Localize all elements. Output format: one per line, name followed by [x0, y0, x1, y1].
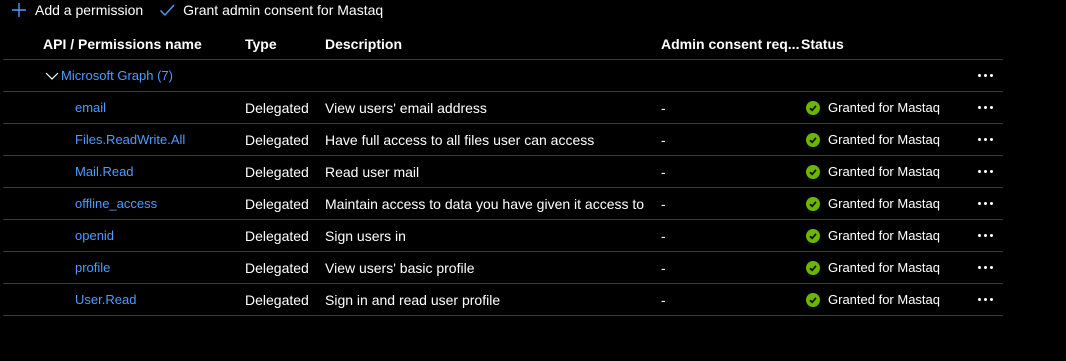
status-text: Granted for Mastaq — [828, 100, 940, 115]
check-circle-icon — [806, 196, 820, 211]
permission-type: Delegated — [245, 259, 309, 276]
check-circle-icon — [806, 100, 820, 115]
table-row: email Delegated View users' email addres… — [3, 92, 1003, 124]
admin-consent-required: - — [661, 291, 666, 308]
status-cell: Granted for Mastaq — [801, 220, 940, 251]
status-cell: Granted for Mastaq — [801, 124, 940, 155]
status-cell: Granted for Mastaq — [801, 156, 940, 187]
table-row: Mail.Read Delegated Read user mail - Gra… — [3, 156, 1003, 188]
permission-name-link[interactable]: offline_access — [75, 196, 157, 211]
permission-name-link[interactable]: openid — [75, 228, 114, 243]
check-circle-icon — [806, 164, 820, 179]
row-more-button[interactable] — [975, 188, 995, 219]
permission-type: Delegated — [245, 291, 309, 308]
permission-name-link[interactable]: User.Read — [75, 292, 136, 307]
group-row-microsoft-graph: Microsoft Graph (7) — [3, 60, 1003, 92]
admin-consent-required: - — [661, 227, 666, 244]
more-icon — [977, 74, 993, 77]
status-text: Granted for Mastaq — [828, 164, 940, 179]
chevron-down-icon — [45, 69, 59, 83]
row-more-button[interactable] — [975, 156, 995, 187]
permission-type: Delegated — [245, 227, 309, 244]
check-circle-icon — [806, 132, 820, 147]
column-header-admin-consent[interactable]: Admin consent req... — [661, 29, 799, 59]
permission-description: Read user mail — [325, 163, 420, 180]
permission-name-link[interactable]: Files.ReadWrite.All — [75, 132, 185, 147]
row-more-button[interactable] — [975, 284, 995, 315]
permission-description: Sign in and read user profile — [325, 291, 501, 308]
status-text: Granted for Mastaq — [828, 292, 940, 307]
more-icon — [977, 170, 993, 173]
admin-consent-required: - — [661, 163, 666, 180]
permission-description: View users' basic profile — [325, 259, 475, 276]
status-cell: Granted for Mastaq — [801, 188, 940, 219]
permission-description: Sign users in — [325, 227, 406, 244]
admin-consent-required: - — [661, 131, 666, 148]
permission-name-link[interactable]: email — [75, 100, 106, 115]
admin-consent-required: - — [661, 99, 666, 116]
grant-admin-consent-button[interactable]: Grant admin consent for Mastaq — [158, 1, 383, 19]
check-circle-icon — [806, 292, 820, 307]
more-icon — [977, 138, 993, 141]
permission-description: View users' email address — [325, 99, 487, 116]
table-row: User.Read Delegated Sign in and read use… — [3, 284, 1003, 316]
table-row: Files.ReadWrite.All Delegated Have full … — [3, 124, 1003, 156]
row-more-button[interactable] — [975, 124, 995, 155]
admin-consent-required: - — [661, 259, 666, 276]
group-toggle[interactable]: Microsoft Graph (7) — [45, 60, 173, 91]
more-icon — [977, 202, 993, 205]
permission-type: Delegated — [245, 195, 309, 212]
plus-icon — [10, 1, 28, 19]
permissions-table: API / Permissions name Type Description … — [3, 29, 1003, 316]
permission-name-link[interactable]: profile — [75, 260, 110, 275]
group-label[interactable]: Microsoft Graph (7) — [61, 68, 173, 83]
status-text: Granted for Mastaq — [828, 132, 940, 147]
add-permission-button[interactable]: Add a permission — [10, 1, 143, 19]
row-more-button[interactable] — [975, 220, 995, 251]
table-row: offline_access Delegated Maintain access… — [3, 188, 1003, 220]
permission-type: Delegated — [245, 99, 309, 116]
check-circle-icon — [806, 228, 820, 243]
permission-description: Maintain access to data you have given i… — [325, 195, 645, 212]
check-circle-icon — [806, 260, 820, 275]
table-row: openid Delegated Sign users in - Granted… — [3, 220, 1003, 252]
status-text: Granted for Mastaq — [828, 196, 940, 211]
command-bar: Add a permission Grant admin consent for… — [0, 0, 383, 20]
permission-type: Delegated — [245, 163, 309, 180]
more-icon — [977, 234, 993, 237]
column-header-description[interactable]: Description — [325, 29, 402, 59]
grant-admin-consent-label: Grant admin consent for Mastaq — [183, 2, 384, 18]
add-permission-label: Add a permission — [35, 2, 144, 18]
permission-name-link[interactable]: Mail.Read — [75, 164, 134, 179]
column-header-api[interactable]: API / Permissions name — [43, 29, 202, 59]
row-more-button[interactable] — [975, 92, 995, 123]
status-text: Granted for Mastaq — [828, 260, 940, 275]
more-icon — [977, 298, 993, 301]
more-icon — [977, 106, 993, 109]
status-cell: Granted for Mastaq — [801, 252, 940, 283]
table-row: profile Delegated View users' basic prof… — [3, 252, 1003, 284]
group-more-button[interactable] — [975, 60, 995, 91]
permission-description: Have full access to all files user can a… — [325, 131, 595, 148]
table-header: API / Permissions name Type Description … — [3, 29, 1003, 60]
row-more-button[interactable] — [975, 252, 995, 283]
column-header-type[interactable]: Type — [245, 29, 277, 59]
admin-consent-required: - — [661, 195, 666, 212]
status-cell: Granted for Mastaq — [801, 92, 940, 123]
permission-type: Delegated — [245, 131, 309, 148]
status-text: Granted for Mastaq — [828, 228, 940, 243]
checkmark-icon — [158, 1, 176, 19]
status-cell: Granted for Mastaq — [801, 284, 940, 315]
more-icon — [977, 266, 993, 269]
column-header-status[interactable]: Status — [801, 29, 844, 59]
